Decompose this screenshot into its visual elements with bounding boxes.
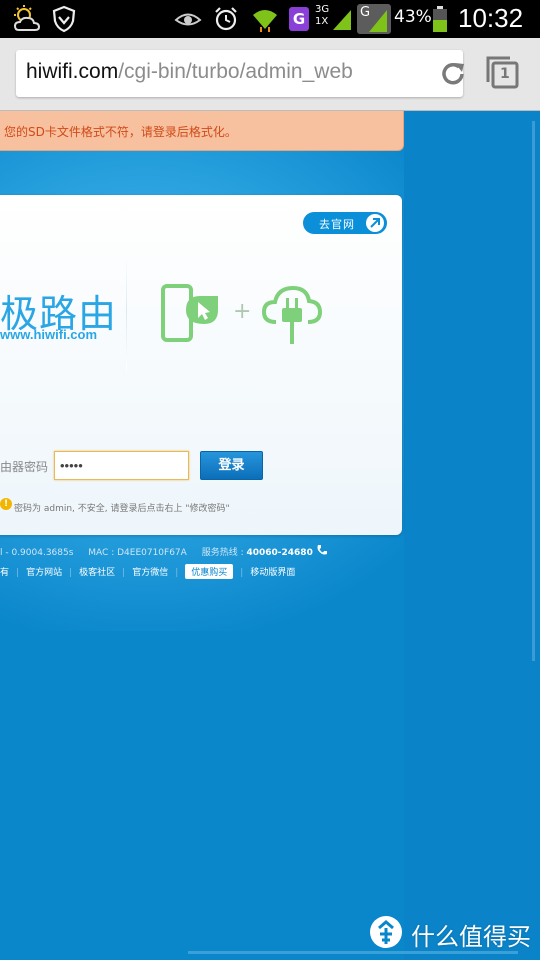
phone-app-icon (160, 284, 220, 344)
visit-site-label: 去官网 (319, 218, 355, 231)
wifi-icon (250, 4, 280, 34)
network-type-label: 3G 1X (315, 4, 330, 27)
visit-site-button[interactable]: 去官网 (303, 212, 387, 234)
address-bar[interactable]: hiwifi.com/cgi-bin/turbo/admin_web (16, 50, 464, 97)
device-info: l - 0.9004.3685s MAC : D4EE0710F67A 服务热线… (0, 544, 328, 558)
data-signal-icon: G (356, 4, 392, 34)
login-button[interactable]: 登录 (200, 451, 263, 480)
password-label: 由器密码 (0, 460, 49, 474)
shield-icon (50, 4, 78, 34)
footer-link-copyright: 有 (0, 568, 10, 578)
password-field[interactable]: ••••• (54, 451, 189, 480)
url-path: /cgi-bin/turbo/admin_web (118, 60, 353, 83)
firmware-version: l - 0.9004.3685s (0, 548, 74, 558)
plus-sign: + (233, 299, 252, 324)
footer-link-wechat[interactable]: 官方微信 (132, 565, 168, 578)
background-shade (404, 111, 540, 960)
cloud-plug-icon (261, 284, 323, 346)
footer-links: 有 | 官方网站 | 极客社区 | 官方微信 | 优惠购买 | 移动版界面 (0, 564, 295, 582)
hotline-label: 服务热线 : (201, 548, 247, 558)
battery-icon (430, 4, 450, 34)
phone-icon (316, 544, 328, 556)
web-page: 您的SD卡文件格式不符，请登录后格式化。 去官网 极路由 www.hiwifi.… (0, 111, 540, 960)
tabs-count: 1 (500, 66, 510, 82)
signal-icon (330, 4, 354, 34)
footer-link-official-site[interactable]: 官方网站 (26, 565, 62, 578)
footer-link-community[interactable]: 极客社区 (79, 565, 115, 578)
status-bar: G 3G 1X G 43% 10:32 (0, 0, 540, 38)
warning-icon: ! (0, 498, 12, 510)
sd-card-alert: 您的SD卡文件格式不符，请登录后格式化。 (0, 111, 404, 151)
tabs-button[interactable]: 1 (484, 54, 524, 94)
smzdm-logo-icon (368, 914, 404, 950)
divider (126, 251, 127, 371)
mac-address: MAC : D4EE0710F67A (88, 548, 187, 558)
battery-percent: 43% (394, 7, 432, 27)
url-host: hiwifi.com (26, 60, 119, 83)
weather-sun-cloud-icon (10, 4, 44, 34)
g-app-icon: G (288, 4, 310, 34)
horizontal-scrollbar[interactable] (188, 951, 518, 954)
arrow-up-right-icon (366, 214, 384, 232)
watermark-text: 什么值得买 (411, 923, 531, 951)
vertical-scrollbar[interactable] (532, 121, 535, 661)
password-value: ••••• (60, 458, 83, 473)
alarm-icon (212, 4, 240, 34)
eye-icon (174, 4, 202, 34)
footer-link-mobile[interactable]: 移动版界面 (250, 565, 295, 578)
reload-icon[interactable] (440, 61, 468, 87)
login-card (0, 195, 402, 535)
alert-text: 您的SD卡文件格式不符，请登录后格式化。 (4, 125, 237, 139)
password-warning: 密码为 admin, 不安全, 请登录后点击右上 "修改密码" (14, 504, 230, 514)
clock: 10:32 (458, 3, 524, 33)
url-text[interactable]: hiwifi.com/cgi-bin/turbo/admin_web (26, 60, 411, 84)
hotline-number: 40060-24680 (246, 548, 313, 558)
browser-toolbar: hiwifi.com/cgi-bin/turbo/admin_web 1 (0, 38, 540, 111)
brand-logo-url: www.hiwifi.com (0, 327, 98, 342)
footer-link-deal[interactable]: 优惠购买 (185, 564, 234, 579)
